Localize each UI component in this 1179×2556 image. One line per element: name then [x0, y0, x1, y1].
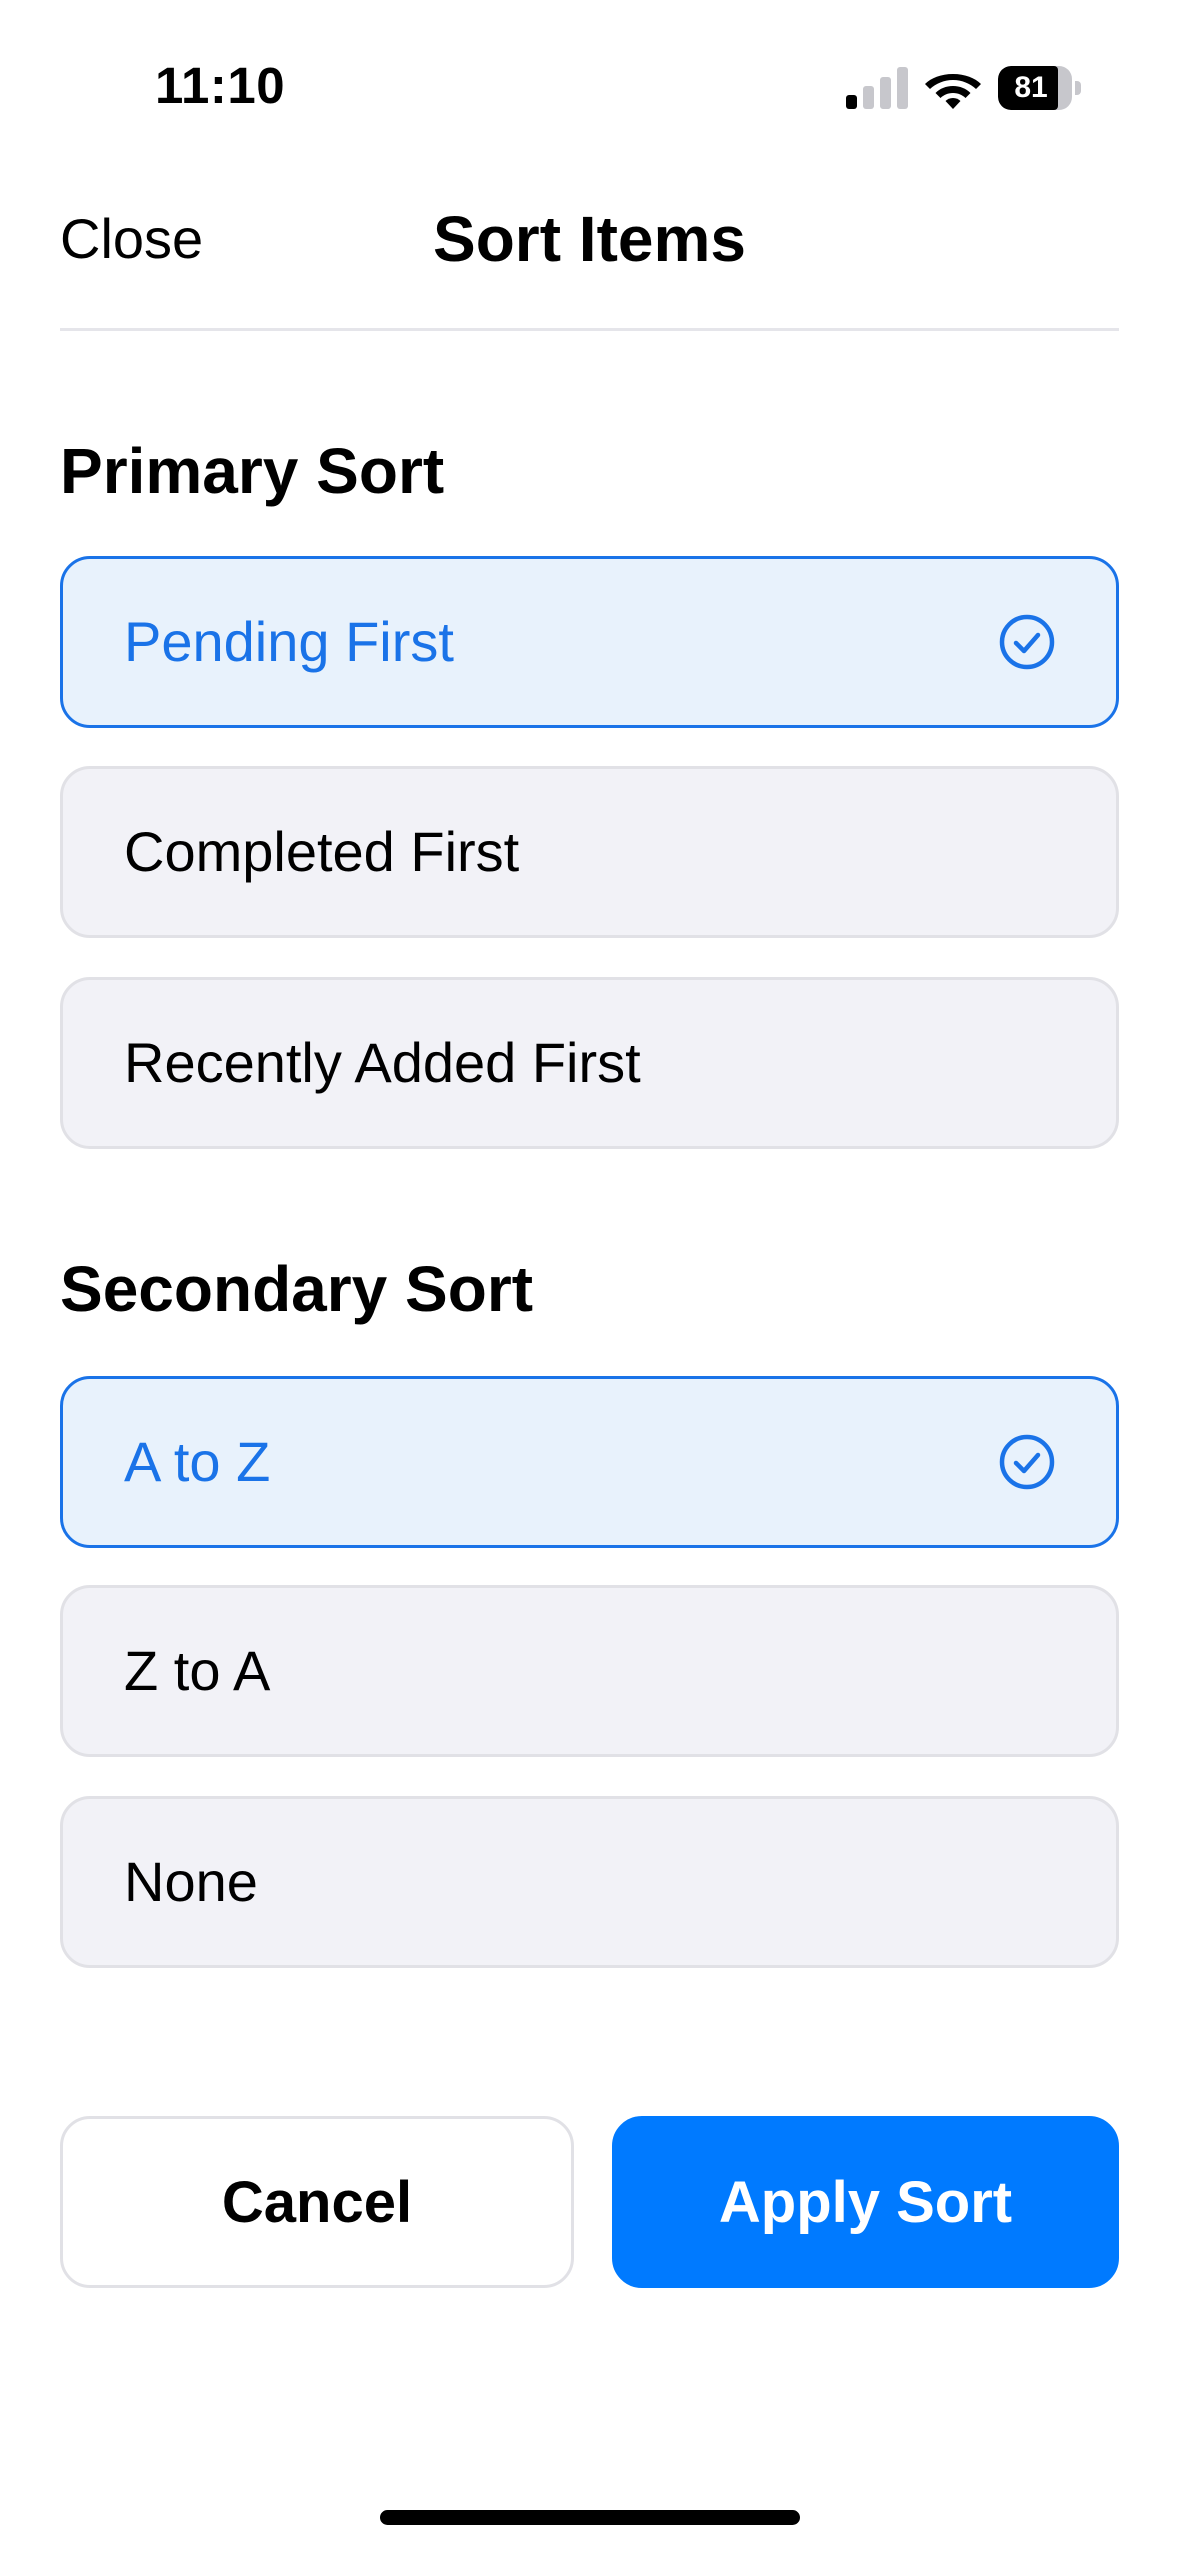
battery-icon: 81: [998, 66, 1082, 110]
primary-option-recently-added-first[interactable]: Recently Added First: [60, 977, 1119, 1149]
checkmark-circle-icon: [999, 1434, 1055, 1490]
secondary-option-z-to-a[interactable]: Z to A: [60, 1585, 1119, 1757]
option-label: Pending First: [124, 610, 454, 673]
battery-body: 81: [998, 66, 1072, 110]
nav-header: Sort Items Close: [60, 170, 1119, 331]
secondary-option-none[interactable]: None: [60, 1796, 1119, 1968]
status-bar: 11:10 81: [0, 0, 1179, 170]
primary-sort-title: Primary Sort: [60, 435, 445, 507]
option-label: None: [124, 1850, 258, 1913]
option-label: Z to A: [124, 1639, 271, 1702]
page-title: Sort Items: [433, 203, 746, 275]
status-time: 11:10: [155, 57, 286, 114]
wifi-icon: [925, 74, 981, 109]
option-label: A to Z: [124, 1430, 271, 1493]
battery-level: 81: [1014, 71, 1048, 104]
secondary-sort-title: Secondary Sort: [60, 1253, 534, 1325]
secondary-option-a-to-z[interactable]: A to Z: [60, 1376, 1119, 1548]
option-label: Recently Added First: [124, 1031, 641, 1094]
close-button[interactable]: Close: [60, 206, 203, 271]
checkmark-circle-icon: [999, 614, 1055, 670]
home-indicator: [380, 2510, 800, 2525]
option-label: Completed First: [124, 820, 520, 883]
cancel-button[interactable]: Cancel: [60, 2116, 574, 2288]
primary-option-completed-first[interactable]: Completed First: [60, 766, 1119, 938]
apply-sort-button[interactable]: Apply Sort: [612, 2116, 1119, 2288]
primary-option-pending-first[interactable]: Pending First: [60, 556, 1119, 728]
battery-cap: [1075, 81, 1081, 95]
cellular-signal-icon: [846, 67, 908, 109]
